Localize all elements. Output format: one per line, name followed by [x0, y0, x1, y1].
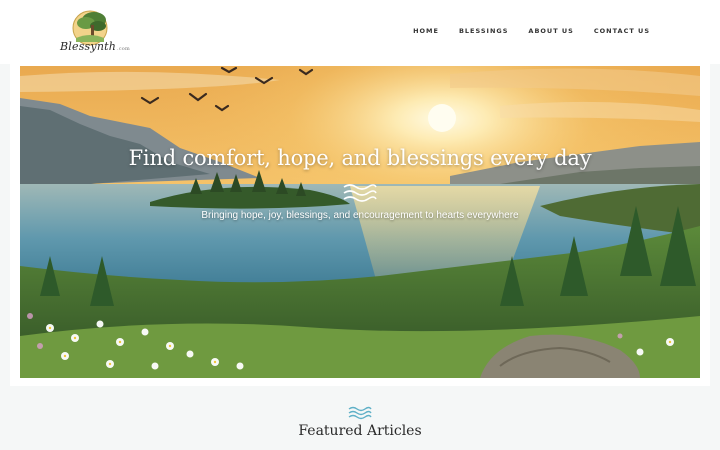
main-nav: HOME BLESSINGS ABOUT US CONTACT US: [413, 27, 650, 35]
hero-title: Find comfort, hope, and blessings every …: [128, 146, 592, 170]
section-title-featured: Featured Articles: [298, 423, 422, 439]
nav-about-us[interactable]: ABOUT US: [528, 27, 573, 35]
nav-home[interactable]: HOME: [413, 27, 439, 35]
site-header: Blessynth.com HOME BLESSINGS ABOUT US CO…: [0, 0, 720, 64]
hero-landscape-image: [20, 66, 700, 378]
hero-subtitle: Bringing hope, joy, blessings, and encou…: [201, 210, 519, 221]
hero-banner: Find comfort, hope, and blessings every …: [20, 66, 700, 378]
wave-divider-icon: [348, 406, 372, 420]
nav-contact-us[interactable]: CONTACT US: [594, 27, 650, 35]
logo-suffix: .com: [117, 46, 130, 52]
logo-wordmark[interactable]: Blessynth.com: [60, 40, 130, 53]
wave-divider-icon: [343, 184, 377, 202]
nav-blessings[interactable]: BLESSINGS: [459, 27, 508, 35]
logo-name: Blessynth: [60, 40, 117, 53]
